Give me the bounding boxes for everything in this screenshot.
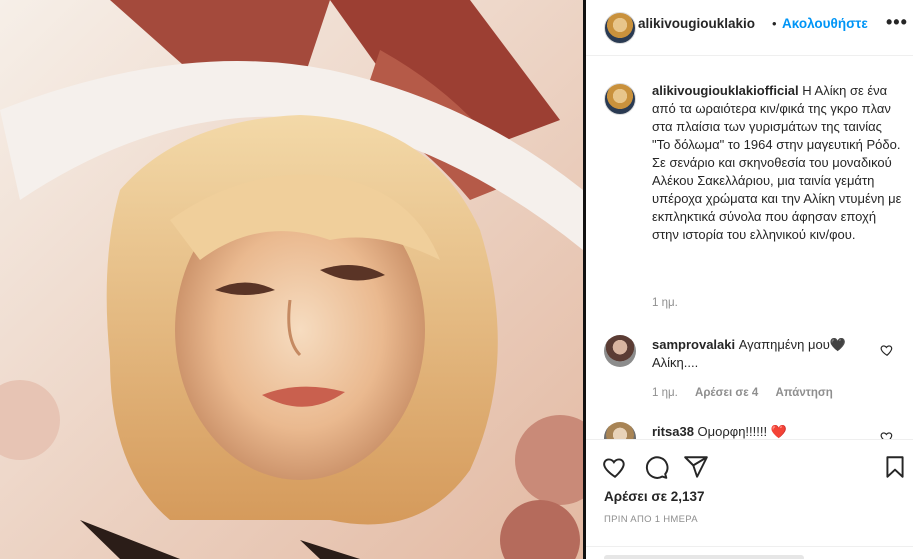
- commenter-avatar[interactable]: [604, 335, 636, 367]
- comment-text: Ομορφη!!!!!! ❤️: [693, 424, 787, 439]
- commenter-avatar[interactable]: [604, 422, 636, 439]
- author-avatar[interactable]: [604, 12, 636, 44]
- reply-button[interactable]: Απάντηση: [775, 387, 832, 399]
- post-date[interactable]: ΠΡΙΝ ΑΠΟ 1 ΗΜΕΡΑ: [604, 514, 698, 525]
- post-caption: alikivougiouklakiofficial Η Αλίκη σε ένα…: [652, 82, 902, 244]
- comment-username[interactable]: samprovalaki: [652, 337, 735, 352]
- caption-text: Η Αλίκη σε ένα από τα ωραιότερα κιν/φικά…: [652, 83, 902, 242]
- add-comment-area[interactable]: [586, 546, 913, 559]
- caption-meta: 1 ημ.: [652, 297, 692, 309]
- comment-icon[interactable]: [643, 454, 669, 480]
- likes-count[interactable]: Αρέσει σε 2,137: [604, 489, 705, 504]
- author-username[interactable]: alikivougiouklakio: [638, 16, 755, 31]
- comment-likes[interactable]: Αρέσει σε 4: [695, 387, 758, 399]
- comment-like-icon[interactable]: [880, 343, 894, 357]
- post-image[interactable]: [0, 0, 583, 559]
- caption-avatar[interactable]: [604, 83, 636, 115]
- caption-username[interactable]: alikivougiouklakiofficial: [652, 83, 799, 98]
- post-panel: alikivougiouklakio • Ακολουθήστε ••• ali…: [586, 0, 913, 559]
- follow-button[interactable]: Ακολουθήστε: [782, 16, 868, 31]
- comment-time[interactable]: 1 ημ.: [652, 387, 678, 399]
- comment-username[interactable]: ritsa38: [652, 424, 694, 439]
- post-header: alikivougiouklakio • Ακολουθήστε •••: [586, 0, 913, 56]
- comment: ritsa38 Ομορφη!!!!!! ❤️: [652, 423, 872, 439]
- caption-time[interactable]: 1 ημ.: [652, 297, 678, 309]
- paper-plane-icon[interactable]: [683, 454, 709, 480]
- ellipsis-icon[interactable]: •••: [886, 12, 908, 33]
- post-photo-illustration: [0, 0, 583, 559]
- comment-like-icon[interactable]: [880, 430, 894, 439]
- header-separator: •: [772, 16, 777, 31]
- bookmark-icon[interactable]: [882, 454, 908, 480]
- comment: samprovalaki Αγαπημένη μου🖤 Αλίκη....: [652, 336, 872, 372]
- add-comment-placeholder: [604, 555, 804, 559]
- heart-icon[interactable]: [602, 454, 628, 480]
- comment-meta: 1 ημ. Αρέσει σε 4 Απάντηση: [652, 387, 847, 399]
- comments-list[interactable]: alikivougiouklakiofficial Η Αλίκη σε ένα…: [586, 56, 913, 439]
- post-actions: Αρέσει σε 2,137 ΠΡΙΝ ΑΠΟ 1 ΗΜΕΡΑ: [586, 439, 913, 559]
